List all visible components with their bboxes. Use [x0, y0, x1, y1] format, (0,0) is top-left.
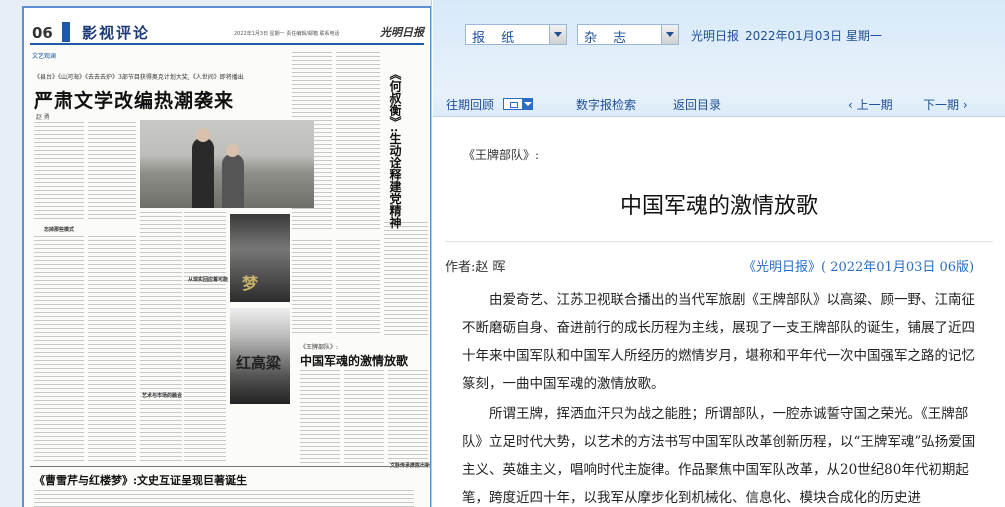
page-number: 06 — [32, 24, 53, 42]
article-source[interactable]: 《光明日报》( 2022年01月03日 06版) — [743, 256, 974, 275]
magazine-select[interactable]: 杂 志 — [577, 24, 679, 46]
newspaper-page-panel: 06 影视评论 2022年1月3日 星期一 责任编辑/邮箱 联系电话 光明日报 … — [0, 0, 432, 507]
section-divider — [30, 466, 424, 467]
next-issue-link[interactable]: 下一期 › — [923, 96, 968, 113]
drama-still-photo[interactable] — [140, 120, 314, 208]
figure-silhouette — [222, 154, 244, 208]
text-column — [384, 222, 428, 336]
page-section-title: 影视评论 — [82, 24, 151, 42]
nav-bar: 往期回顾 数字报检索 返回目录 ‹ 上一期 下一期 › — [433, 90, 1005, 117]
magazine-select-value: 杂 志 — [584, 31, 633, 46]
newspaper-name: 光明日报 — [691, 29, 740, 43]
bottom-headline[interactable]: 《曹雪芹与红楼梦》:文史互证呈现巨著诞生 — [34, 472, 247, 488]
text-column — [34, 490, 414, 507]
calendar-icon[interactable] — [503, 98, 523, 110]
text-column — [88, 236, 136, 462]
text-column — [34, 122, 84, 222]
page-header: 06 影视评论 2022年1月3日 星期一 责任编辑/邮箱 联系电话 光明日报 — [24, 8, 430, 44]
back-to-index-link[interactable]: 返回目录 — [673, 96, 721, 113]
article-intro-title: 《王牌部队》: — [463, 148, 540, 162]
title-divider — [445, 241, 993, 242]
text-column — [344, 370, 384, 464]
text-column — [292, 240, 332, 336]
figure-head — [226, 144, 239, 157]
lead-kicker[interactable]: 《县台》《山河海》《去去去炉》3部节目获得奥克计划大奖,《人世间》即将播出 — [34, 72, 244, 81]
figure-silhouette — [192, 138, 214, 208]
mini-heading: 艺术与市场的融合 — [142, 393, 183, 399]
text-column — [388, 370, 428, 464]
text-column — [88, 122, 136, 222]
top-bar: 报 纸 杂 志 光明日报 2022年01月03日 星期一 — [433, 0, 1005, 90]
column-tag: 文艺观澜 — [32, 53, 57, 60]
text-column — [34, 236, 84, 462]
article-headline-on-page[interactable]: 中国军魂的激情放歌 — [300, 352, 408, 369]
previous-issue-link[interactable]: ‹ 上一期 — [848, 96, 893, 113]
article-kicker[interactable]: 《王牌部队》: — [300, 342, 338, 351]
lead-headline[interactable]: 严肃文学改编热潮袭来 — [34, 86, 234, 113]
issue-date: 2022年01月03日 星期一 — [745, 29, 882, 43]
page-dateline: 2022年1月3日 星期一 责任编辑/邮箱 联系电话 — [234, 31, 340, 37]
newspaper-select-value: 报 纸 — [472, 31, 521, 46]
past-issues-link[interactable]: 往期回顾 — [446, 96, 494, 113]
mini-heading: 从现实回应着可能 — [188, 277, 229, 283]
drama-poster-photo[interactable]: 梦 — [230, 214, 290, 302]
lead-byline: 赵 勇 — [36, 114, 50, 121]
text-column — [140, 212, 182, 462]
newspaper-page-image[interactable]: 06 影视评论 2022年1月3日 星期一 责任编辑/邮箱 联系电话 光明日报 … — [22, 6, 431, 507]
newspaper-logo: 光明日报 — [380, 26, 424, 39]
chevron-down-icon[interactable] — [549, 25, 566, 44]
article-body: 由爱奇艺、江苏卫视联合播出的当代军旅剧《王牌部队》以高粱、顾一野、江南征不断磨砺… — [462, 286, 985, 507]
text-column — [300, 370, 340, 464]
article-paragraph: 由爱奇艺、江苏卫视联合播出的当代军旅剧《王牌部队》以高粱、顾一野、江南征不断磨砺… — [462, 292, 975, 392]
article-panel: 《王牌部队》: 中国军魂的激情放歌 作者:赵 晖 《光明日报》( 2022年01… — [433, 118, 1005, 507]
poster-title: 红高粱 — [236, 354, 282, 372]
poster-title: 梦 — [242, 274, 259, 293]
digital-newspaper-app: 06 影视评论 2022年1月3日 星期一 责任编辑/邮箱 联系电话 光明日报 … — [0, 0, 1005, 507]
drama-poster-photo[interactable]: 红高粱 — [230, 308, 290, 404]
calendar-dropdown-icon[interactable] — [523, 98, 533, 110]
header-rule — [30, 43, 424, 45]
article-paragraph: 所谓王牌，挥洒血汗只为战之能胜；所谓部队，一腔赤诚誓守国之荣光。《王牌部队》立足… — [462, 406, 976, 506]
text-column — [184, 212, 226, 462]
chevron-down-icon[interactable] — [661, 25, 678, 44]
text-column — [336, 52, 380, 232]
figure-head — [196, 128, 210, 142]
digital-search-link[interactable]: 数字报检索 — [576, 96, 636, 113]
vertical-headline[interactable]: 《何叔衡》:生动诠释建党精神 — [384, 68, 406, 228]
article-title: 中国军魂的激情放歌 — [619, 194, 818, 219]
newspaper-select[interactable]: 报 纸 — [465, 24, 567, 46]
mini-heading: 忘掉那些模式 — [44, 227, 75, 233]
text-column — [336, 240, 380, 336]
page-number-bar — [62, 22, 70, 42]
article-author: 作者:赵 晖 — [445, 260, 506, 275]
